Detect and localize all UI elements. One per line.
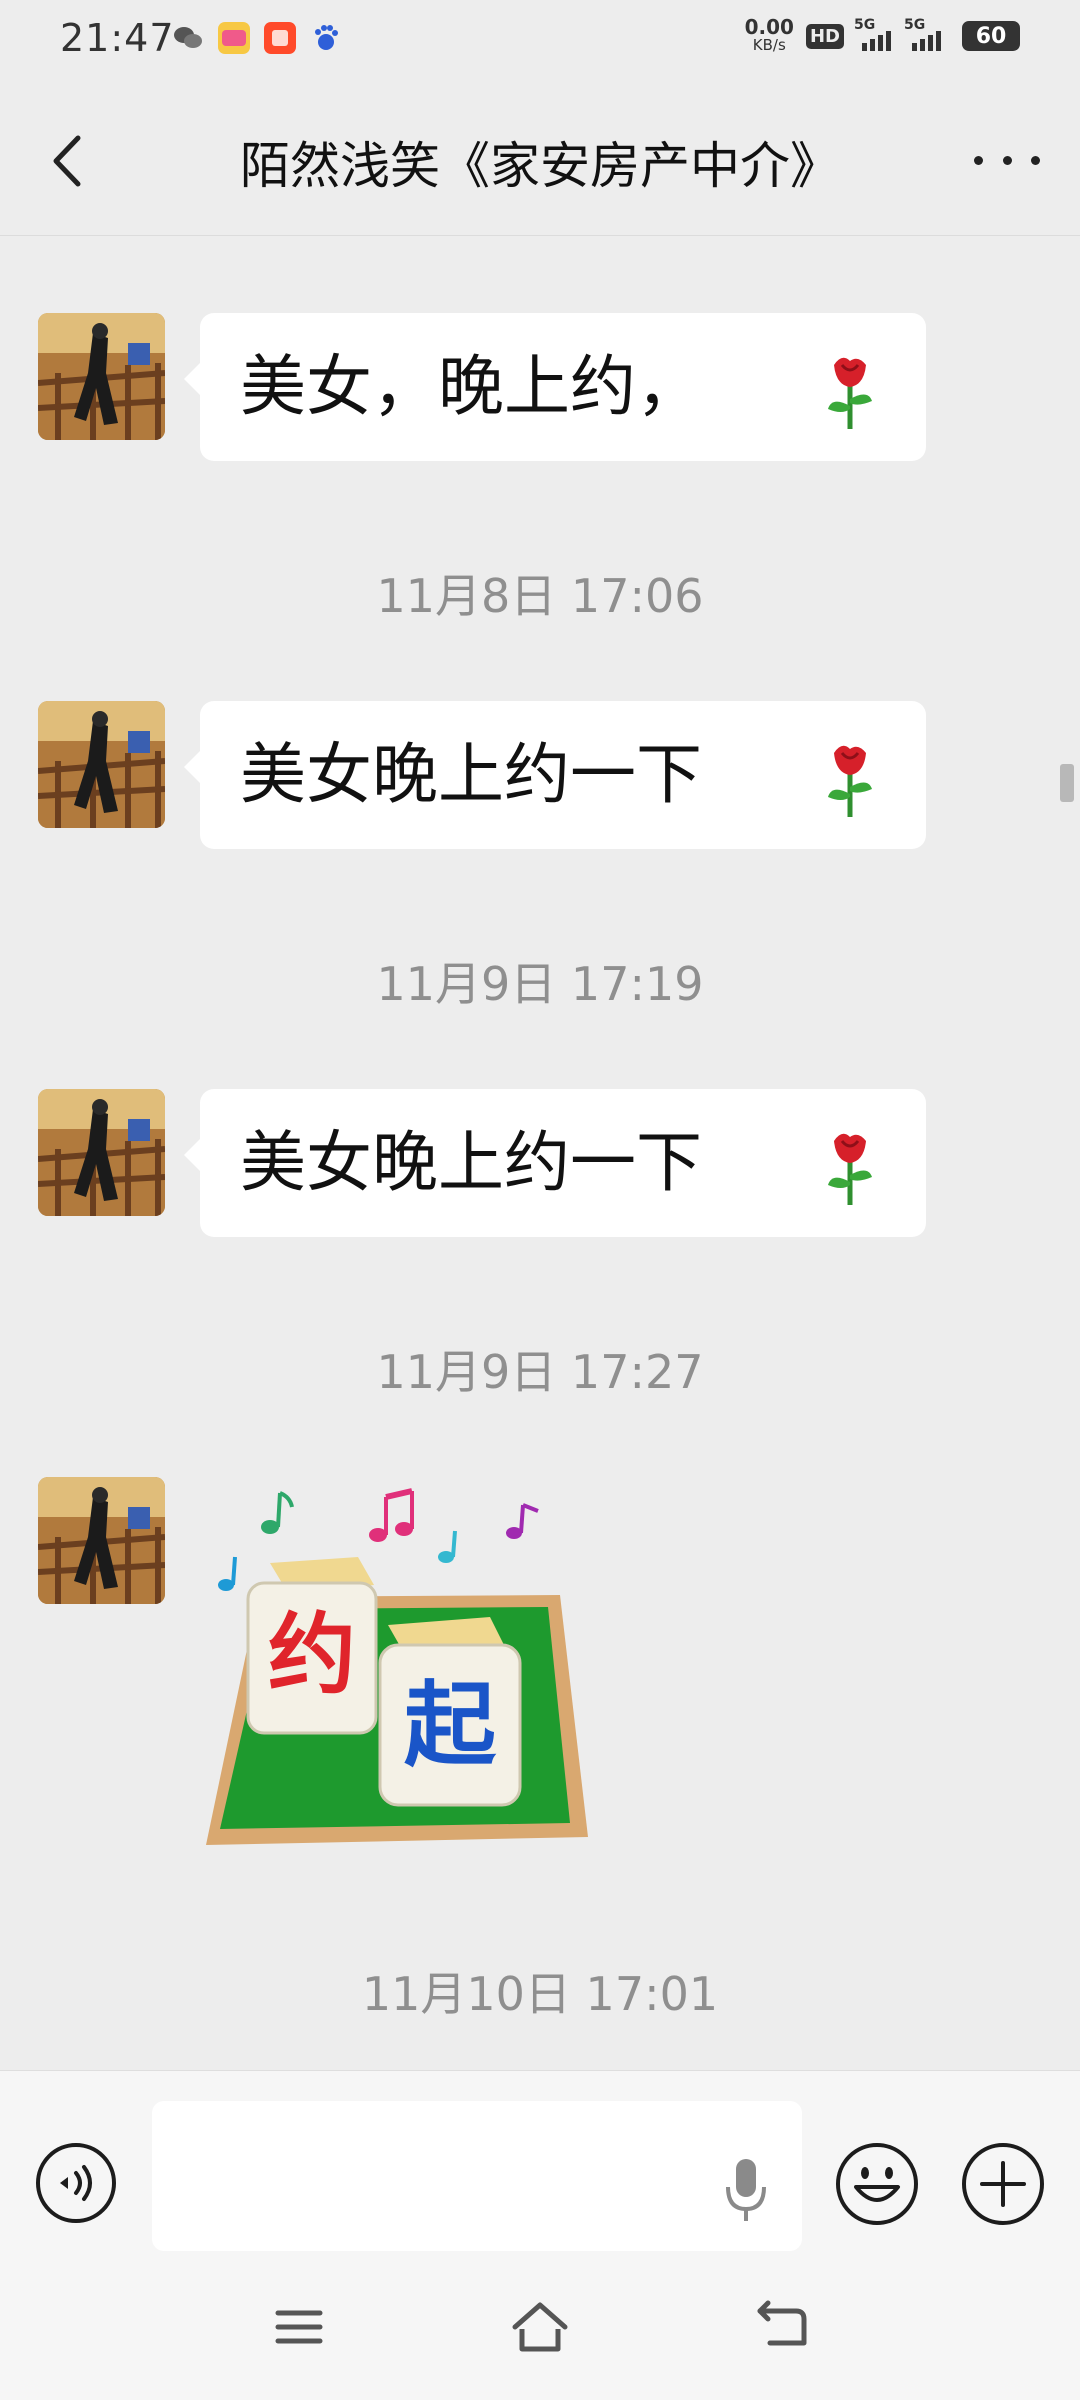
- chat-title: 陌然浅笑《家安房产中介》: [240, 137, 840, 195]
- home-nav-button[interactable]: [505, 2295, 575, 2359]
- more-dot-icon: [1031, 155, 1040, 165]
- avatar[interactable]: [38, 1477, 165, 1604]
- back-nav-button[interactable]: [746, 2295, 816, 2359]
- voice-mode-button[interactable]: [34, 2141, 118, 2225]
- message-text: 美女，晚上约，: [240, 348, 702, 425]
- message-bubble[interactable]: 美女晚上约一下: [184, 1089, 926, 1237]
- signal-icon-2: 5G: [904, 17, 950, 51]
- more-dot-icon: [1002, 155, 1012, 165]
- message-text: 美女晚上约一下: [240, 1124, 702, 1201]
- mahjong-tile-1: 约: [246, 1557, 378, 1735]
- app-icon-1: [218, 22, 250, 54]
- menu-nav-button[interactable]: [264, 2295, 334, 2359]
- status-right: 0.00 KB/s HD 5G 5G 60: [744, 15, 1020, 54]
- message-input[interactable]: [152, 2101, 802, 2251]
- system-nav-bar: [0, 2255, 1080, 2400]
- voice-wave-icon: [36, 2143, 116, 2223]
- net-speed: 0.00 KB/s: [744, 15, 794, 54]
- music-note-icon: [218, 1488, 539, 1591]
- avatar[interactable]: [38, 1089, 165, 1216]
- status-bar: 21:47 0.00 KB/s HD 5G 5G 60: [0, 0, 1080, 82]
- chevron-left-icon: [53, 135, 81, 187]
- signal-1-label: 5G: [854, 17, 876, 33]
- avatar[interactable]: [38, 313, 165, 440]
- scrollbar-thumb[interactable]: [1060, 764, 1074, 802]
- title-bar: 陌然浅笑《家安房产中介》: [0, 82, 1080, 236]
- message-bubble[interactable]: 美女，晚上约，: [184, 313, 926, 461]
- menu-icon: [275, 2310, 323, 2344]
- net-speed-unit: KB/s: [752, 36, 786, 54]
- wechat-icon: [172, 22, 204, 54]
- tile-2-char: 起: [404, 1672, 497, 1779]
- back-button[interactable]: [40, 126, 100, 196]
- more-options-button[interactable]: [974, 144, 1040, 176]
- message-bubble[interactable]: 美女晚上约一下: [184, 701, 926, 849]
- signal-icon-1: 5G: [854, 17, 894, 51]
- rose-icon: [818, 351, 882, 431]
- message-text: 美女晚上约一下: [240, 736, 702, 813]
- timestamp: 11月10日 17:01: [361, 1967, 719, 2021]
- microphone-icon[interactable]: [718, 2151, 774, 2231]
- home-icon: [512, 2302, 568, 2352]
- timestamp: 11月9日 17:19: [376, 957, 704, 1011]
- plus-icon: [962, 2143, 1044, 2225]
- avatar[interactable]: [38, 701, 165, 828]
- net-speed-value: 0.00: [744, 15, 794, 39]
- rose-icon: [818, 739, 882, 819]
- baidu-icon: [310, 22, 342, 54]
- mahjong-sticker-image: 约 起: [206, 1488, 588, 1845]
- taobao-icon: [264, 22, 296, 54]
- back-arrow-icon: [757, 2300, 807, 2346]
- status-time: 21:47: [60, 16, 175, 60]
- hd-badge: HD: [805, 23, 844, 49]
- more-functions-button[interactable]: [960, 2141, 1046, 2227]
- timestamp: 11月8日 17:06: [376, 569, 704, 623]
- smiley-icon: [836, 2143, 918, 2225]
- rose-icon: [818, 1127, 882, 1207]
- input-bar: [0, 2070, 1080, 2255]
- timestamp: 11月9日 17:27: [376, 1345, 704, 1399]
- mahjong-tile-2: 起: [378, 1617, 522, 1807]
- sticker-message[interactable]: 约 起: [198, 1477, 628, 1857]
- tile-1-char: 约: [268, 1603, 356, 1706]
- battery-icon: 60: [962, 21, 1020, 51]
- emoji-button[interactable]: [834, 2141, 920, 2227]
- more-dot-icon: [974, 155, 983, 165]
- signal-2-label: 5G: [904, 17, 926, 33]
- status-app-icons: [172, 22, 342, 54]
